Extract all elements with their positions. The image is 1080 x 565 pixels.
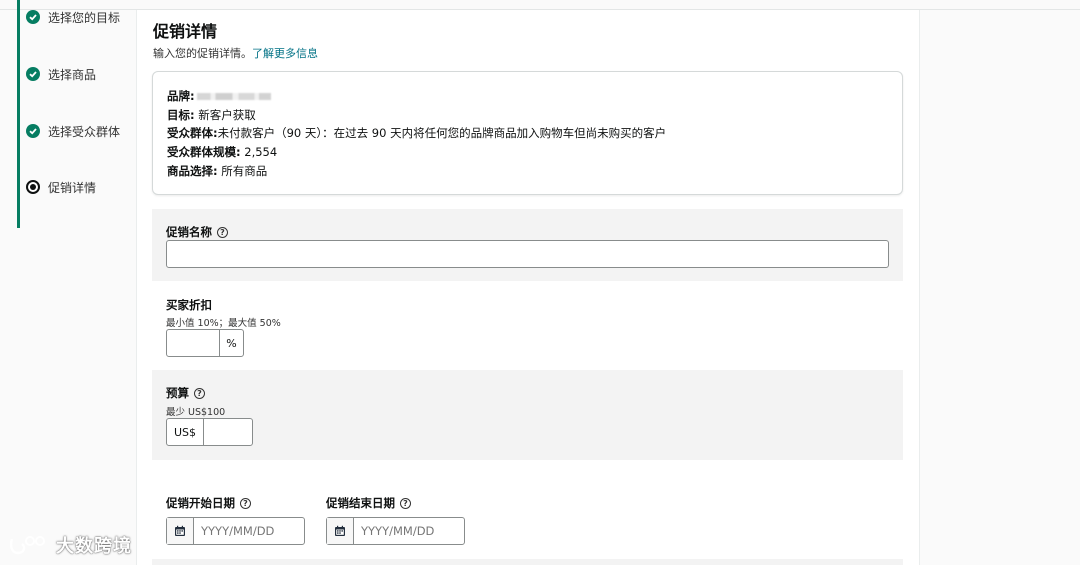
budget-currency-addon: US$ <box>166 418 204 446</box>
products-value: 所有商品 <box>221 164 268 178</box>
promo-name-label: 促销名称? <box>166 224 228 240</box>
watermark-logo-icon <box>9 536 45 555</box>
help-icon[interactable]: ? <box>400 497 411 509</box>
start-date-label: 促销开始日期? <box>166 495 251 511</box>
help-icon[interactable]: ? <box>240 497 251 509</box>
discount-label: 买家折扣 <box>166 297 212 313</box>
discount-hint: 最小值 10%；最大值 50% <box>166 318 281 329</box>
budget-section <box>152 370 903 460</box>
budget-input[interactable] <box>203 418 253 446</box>
discount-label-text: 买家折扣 <box>166 298 212 312</box>
subtitle-text: 输入您的促销详情。 <box>153 47 252 60</box>
page-title: 促销详情 <box>153 22 218 41</box>
discount-input[interactable] <box>166 329 220 357</box>
summary-products: 商品选择: 所有商品 <box>167 163 267 179</box>
budget-label-text: 预算 <box>166 386 189 400</box>
step-label: 选择您的目标 <box>48 10 121 25</box>
summary-audience: 受众群体:未付款客户（90 天）：在过去 90 天内将任何您的品牌商品加入购物车… <box>167 125 666 141</box>
next-section-edge <box>152 559 903 565</box>
products-label: 商品选择: <box>167 164 218 178</box>
summary-audience-size: 受众群体规模: 2,554 <box>167 144 277 160</box>
learn-more-link[interactable]: 了解更多信息 <box>252 47 318 60</box>
end-date-input[interactable]: YYYY/MM/DD <box>326 517 465 545</box>
summary-card: 品牌: 目标: 新客户获取 受众群体:未付款客户（90 天）：在过去 90 天内… <box>152 71 903 195</box>
audience-size-value: 2,554 <box>244 145 278 159</box>
audience-label: 受众群体: <box>167 126 218 140</box>
end-date-placeholder: YYYY/MM/DD <box>361 524 435 538</box>
step-promo-details[interactable]: 促销详情 <box>26 177 96 197</box>
brand-value-redacted <box>196 93 271 100</box>
end-date-label: 促销结束日期? <box>326 495 411 511</box>
end-date-label-text: 促销结束日期 <box>326 496 395 510</box>
help-icon[interactable]: ? <box>217 226 228 238</box>
start-date-label-text: 促销开始日期 <box>166 496 235 510</box>
page-subtitle: 输入您的促销详情。了解更多信息 <box>153 45 318 61</box>
help-icon[interactable]: ? <box>194 387 205 399</box>
check-circle-icon <box>26 67 40 81</box>
audience-value: 未付款客户（90 天）：在过去 90 天内将任何您的品牌商品加入购物车但尚未购买… <box>217 126 667 140</box>
step-label: 选择商品 <box>48 67 97 82</box>
discount-percent-addon: % <box>219 329 244 357</box>
goal-value: 新客户获取 <box>198 108 256 122</box>
goal-label: 目标: <box>167 108 195 122</box>
step-choose-products[interactable]: 选择商品 <box>26 64 96 84</box>
check-circle-icon <box>26 124 40 138</box>
step-choose-audience[interactable]: 选择受众群体 <box>26 121 120 141</box>
budget-label: 预算? <box>166 385 205 401</box>
promo-name-input[interactable] <box>166 240 889 268</box>
start-date-input[interactable]: YYYY/MM/DD <box>166 517 305 545</box>
audience-size-label: 受众群体规模: <box>167 145 241 159</box>
budget-hint: 最少 US$100 <box>166 407 226 418</box>
calendar-icon[interactable] <box>167 518 194 544</box>
radio-selected-icon <box>26 180 40 194</box>
watermark-text: 大数跨境 <box>56 536 132 557</box>
summary-goal: 目标: 新客户获取 <box>167 107 256 123</box>
promo-name-label-text: 促销名称 <box>166 225 212 239</box>
summary-brand: 品牌: <box>167 88 271 104</box>
brand-label: 品牌: <box>167 89 195 103</box>
watermark: 大数跨境 <box>8 532 132 558</box>
stepper-progress-bar <box>17 0 20 228</box>
step-label: 选择受众群体 <box>48 124 121 139</box>
calendar-icon[interactable] <box>327 518 354 544</box>
start-date-placeholder: YYYY/MM/DD <box>201 524 275 538</box>
step-label: 促销详情 <box>48 180 97 195</box>
check-circle-icon <box>26 10 40 24</box>
step-choose-goal[interactable]: 选择您的目标 <box>26 7 120 27</box>
